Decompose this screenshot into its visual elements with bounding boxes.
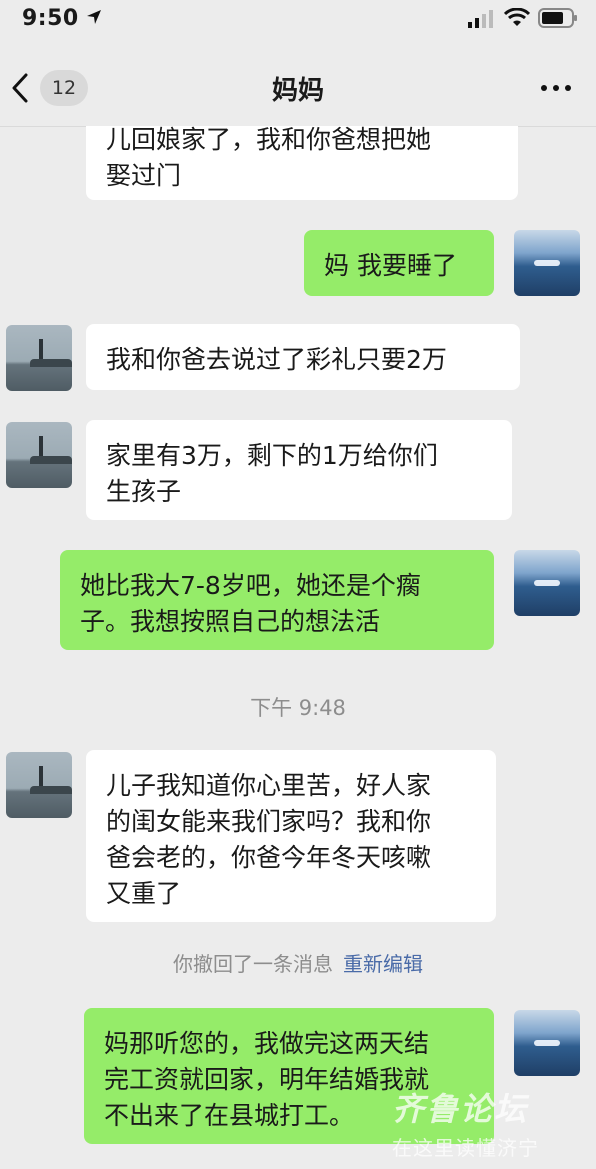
more-options-icon[interactable] — [540, 84, 572, 92]
my-avatar[interactable] — [514, 230, 580, 296]
contact-avatar[interactable] — [6, 422, 72, 488]
location-arrow-icon — [87, 10, 101, 24]
message-line: 娶过门 — [106, 161, 182, 190]
message-line: 的闺女能来我们家吗？我和你 — [106, 807, 432, 836]
message-line: 我和你爸去说过了彩礼只要2万 — [106, 345, 447, 374]
recall-notice-text: 你撤回了一条消息 — [173, 952, 333, 976]
message-line: 儿回娘家了，我和你爸想把她 — [106, 126, 432, 154]
message-line: 她比我大7-8岁吧，她还是个瘸 — [80, 571, 421, 600]
message-line: 妈那听您的，我做完这两天结 — [104, 1029, 430, 1058]
forum-watermark: 齐鲁论坛 在这里读懂济宁 — [392, 1084, 592, 1164]
message-line: 又重了 — [106, 879, 182, 908]
my-avatar[interactable] — [514, 1010, 580, 1076]
watermark-slogan: 在这里读懂济宁 — [392, 1136, 539, 1160]
watermark-title: 齐鲁论坛 — [392, 1090, 529, 1128]
message-line: 儿子我知道你心里苦，好人家 — [106, 771, 432, 800]
outgoing-message-bubble[interactable]: 她比我大7-8岁吧，她还是个瘸 子。我想按照自己的想法活 — [60, 550, 494, 650]
message-timestamp: 下午 9:48 — [250, 696, 346, 720]
message-line: 妈 我要睡了 — [324, 251, 457, 280]
message-line: 家里有3万，剩下的1万给你们 — [106, 441, 438, 470]
status-time: 9:50 — [22, 6, 79, 31]
incoming-message-bubble[interactable]: 我和你爸去说过了彩礼只要2万 — [86, 324, 520, 390]
battery-icon — [538, 8, 577, 28]
incoming-message-bubble[interactable]: 家里有3万，剩下的1万给你们 生孩子 — [86, 420, 512, 520]
recall-notice: 你撤回了一条消息 重新编辑 — [0, 948, 596, 977]
contact-avatar[interactable] — [6, 752, 72, 818]
message-line: 爸会老的，你爸今年冬天咳嗽 — [106, 843, 432, 872]
chat-area[interactable]: 儿回娘家了，我和你爸想把她 娶过门 妈 我要睡了 我和你爸去说过了彩礼只要2万 … — [0, 126, 596, 1169]
outgoing-message-bubble[interactable]: 妈 我要睡了 — [304, 230, 494, 296]
cellular-signal-icon — [468, 10, 493, 28]
incoming-message-bubble[interactable]: 儿回娘家了，我和你爸想把她 娶过门 — [86, 126, 518, 200]
message-line: 生孩子 — [106, 477, 182, 506]
my-avatar[interactable] — [514, 550, 580, 616]
chat-title: 妈妈 — [271, 76, 324, 106]
message-line: 子。我想按照自己的想法活 — [80, 607, 381, 636]
incoming-message-bubble[interactable]: 儿子我知道你心里苦，好人家 的闺女能来我们家吗？我和你 爸会老的，你爸今年冬天咳… — [86, 750, 496, 922]
nav-bar: 12 妈妈 — [0, 40, 596, 127]
wifi-icon — [504, 8, 530, 26]
re-edit-link[interactable]: 重新编辑 — [343, 952, 423, 976]
contact-avatar[interactable] — [6, 325, 72, 391]
status-bar: 9:50 — [0, 0, 596, 40]
